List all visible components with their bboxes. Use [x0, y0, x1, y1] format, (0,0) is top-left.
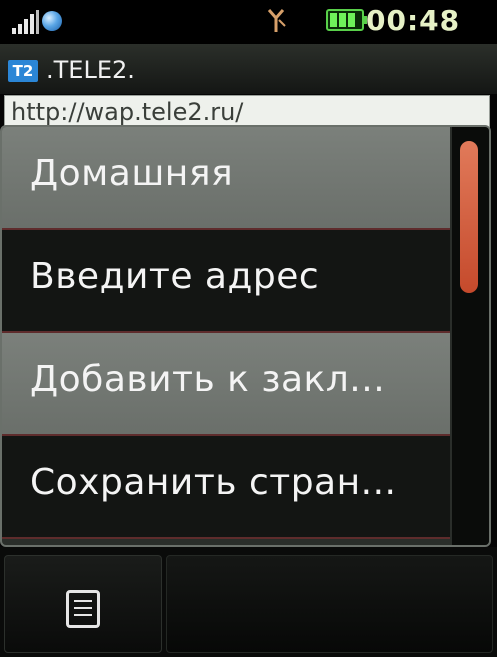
- antenna-icon: [267, 9, 286, 32]
- clock: 00:48: [366, 4, 461, 37]
- signal-icon: [12, 10, 39, 34]
- menu-item-home[interactable]: Домашняя: [2, 127, 450, 230]
- scroll-thumb[interactable]: [460, 141, 478, 293]
- globe-icon: [42, 11, 62, 31]
- softkey-right[interactable]: [166, 555, 493, 653]
- options-menu: Домашняя Введите адрес Добавить к закл..…: [0, 125, 491, 547]
- menu-item-label: Сохранить стран...: [30, 462, 397, 503]
- menu-item-enter-address[interactable]: Введите адрес: [2, 230, 450, 333]
- menu-item-add-bookmark[interactable]: Добавить к закл...: [2, 333, 450, 436]
- menu-item-label: Добавить к закл...: [30, 359, 386, 400]
- menu-item-label: Введите адрес: [30, 256, 320, 297]
- status-bar: 00:48: [0, 0, 497, 44]
- menu-item-save-page[interactable]: Сохранить стран...: [2, 436, 450, 539]
- url-field[interactable]: http://wap.tele2.ru/: [4, 95, 490, 129]
- page-title: .TELE2.: [46, 56, 135, 84]
- menu-icon[interactable]: [66, 590, 100, 628]
- url-text: http://wap.tele2.ru/: [11, 98, 244, 126]
- menu-item-label: Домашняя: [30, 153, 234, 194]
- tele2-logo-icon: T2: [8, 60, 38, 82]
- battery-icon: [326, 9, 367, 31]
